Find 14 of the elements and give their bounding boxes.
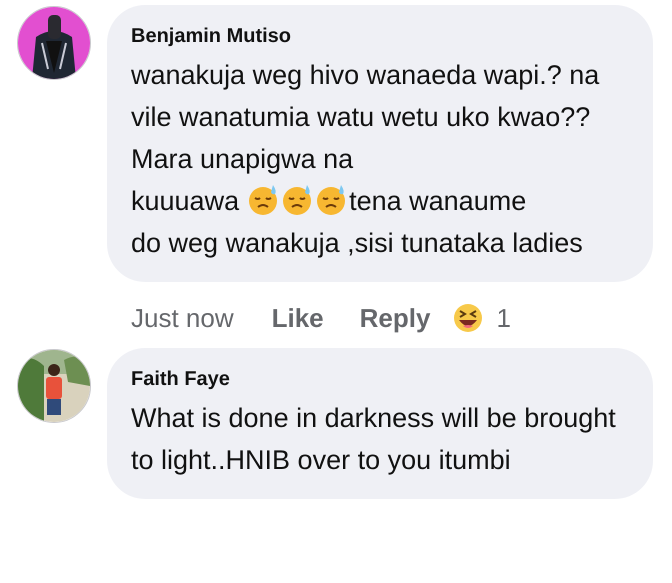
author-name: Benjamin Mutiso (131, 25, 292, 48)
laughing-face-icon (452, 302, 484, 334)
reply-link[interactable]: Reply (360, 302, 430, 334)
sad-sweat-face-icon (247, 184, 280, 216)
comment-text: tena wanaume (349, 186, 526, 216)
author-name: Faith Faye (131, 368, 231, 391)
comment-text: kuuuawa (131, 186, 240, 216)
sad-sweat-face-icon (281, 184, 314, 216)
sad-sweat-face-icon (315, 184, 348, 216)
comment-text: What is done in darkness will be brought to light..HNIB over to you itumbi (131, 402, 617, 477)
reaction-count: 1 (496, 302, 511, 334)
like-link[interactable]: Like (272, 302, 324, 334)
comment-text: do weg wanakuja ,sisi tunataka ladies (131, 227, 584, 260)
timestamp: Just now (131, 302, 234, 334)
